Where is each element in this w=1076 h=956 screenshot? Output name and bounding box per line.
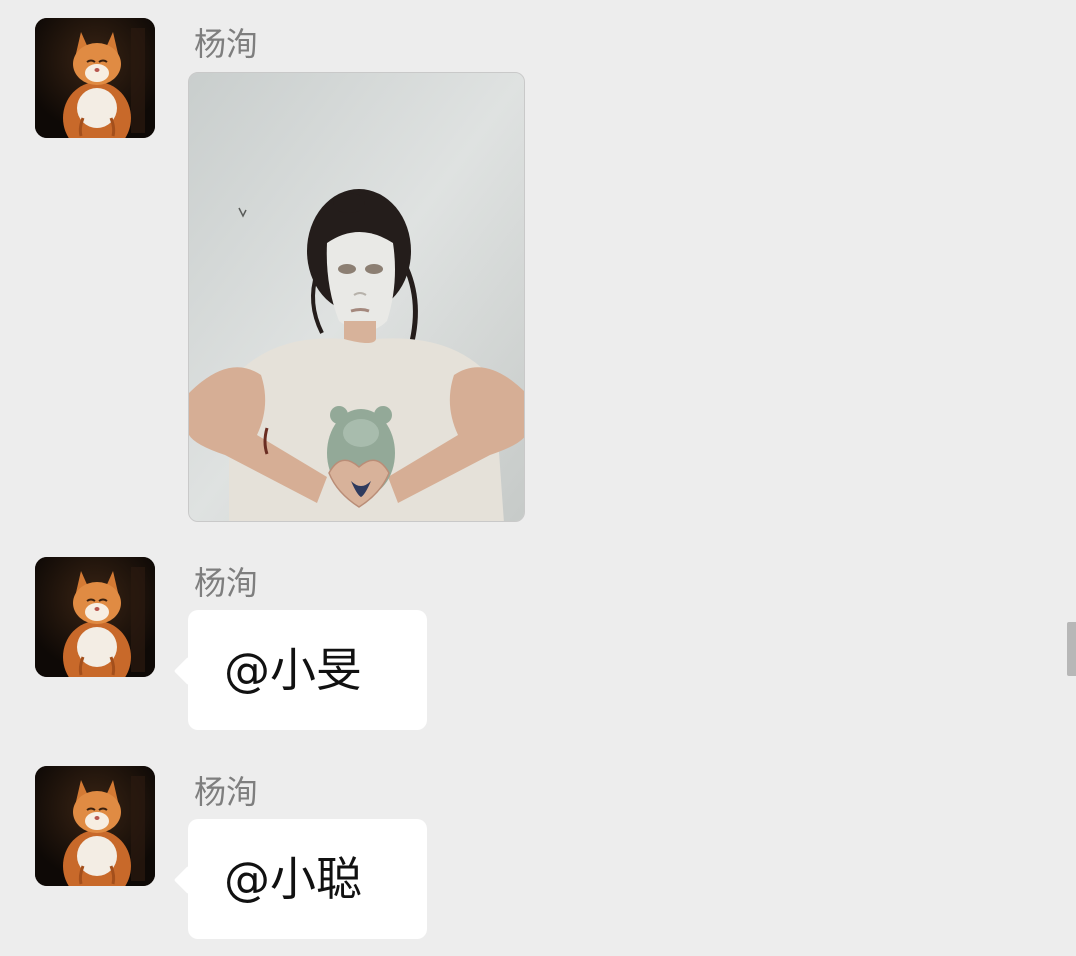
message-text: @小聪	[224, 852, 362, 906]
sender-avatar[interactable]	[35, 557, 155, 677]
sender-avatar[interactable]	[35, 18, 155, 138]
message-bubble[interactable]: @小旻	[188, 610, 427, 730]
cat-avatar-icon	[35, 557, 155, 677]
photo-face-mask-heart-hands-icon	[189, 73, 524, 521]
sender-name: 杨洵	[194, 564, 259, 602]
sender-name: 杨洵	[194, 25, 259, 63]
message-bubble[interactable]: @小聪	[188, 819, 427, 939]
sender-avatar[interactable]	[35, 766, 155, 886]
scrollbar-thumb[interactable]	[1067, 622, 1076, 676]
cat-avatar-icon	[35, 766, 155, 886]
image-message[interactable]	[188, 72, 525, 522]
message-text: @小旻	[224, 643, 362, 697]
sender-name: 杨洵	[194, 773, 259, 811]
cat-avatar-icon	[35, 18, 155, 138]
